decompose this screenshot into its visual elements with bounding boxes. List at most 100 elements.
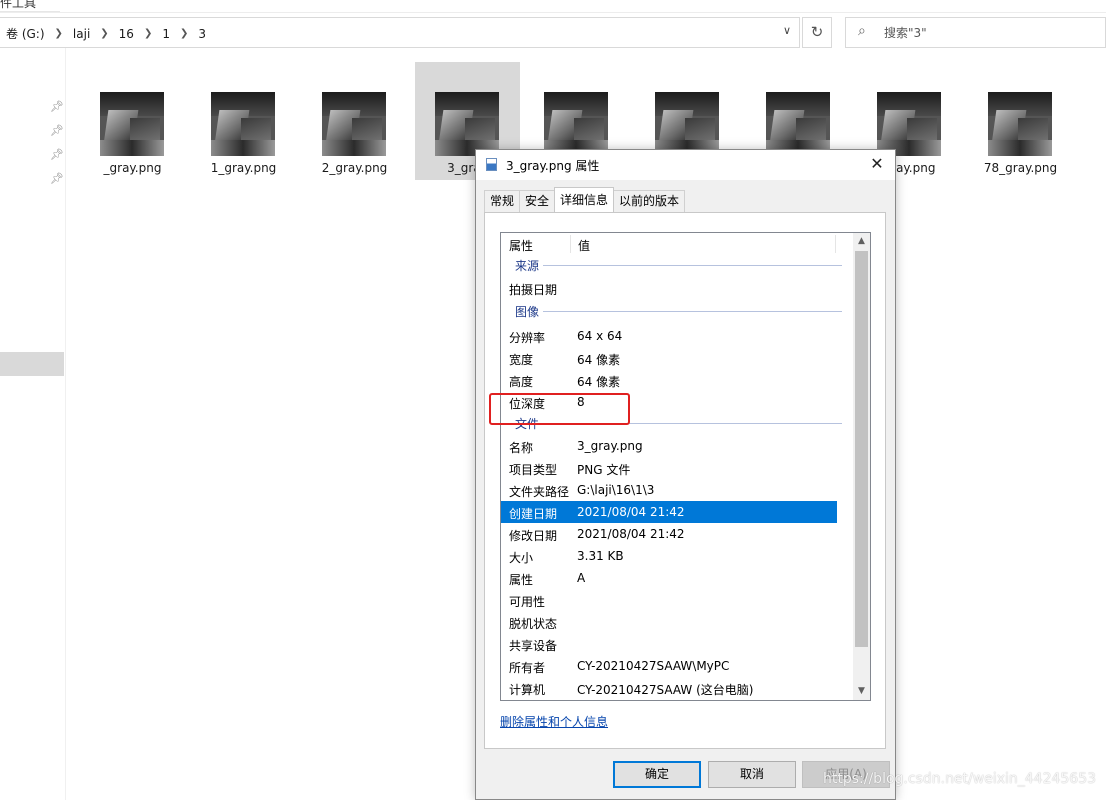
ok-button[interactable]: 确定 [613,761,701,788]
file-tile[interactable]: 2_gray.png [302,62,407,180]
property-value: PNG 文件 [577,463,631,477]
dialog-title: 3_gray.png 属性 [506,159,600,173]
list-item[interactable]: 脱机状态 [501,611,853,633]
list-item[interactable]: 高度 64 像素 [501,369,853,391]
property-name: 共享设备 [509,639,558,653]
property-name: 计算机 [509,683,546,697]
list-item[interactable]: 宽度 64 像素 [501,347,853,369]
scrollbar-thumb[interactable] [855,251,868,647]
list-item[interactable]: 可用性 [501,589,853,611]
tab-security[interactable]: 安全 [519,190,556,212]
breadcrumb-laji[interactable]: laji [67,27,96,41]
watermark: https://blog.csdn.net/weixin_44245653 [823,771,1097,787]
column-header-value[interactable]: 值 [578,237,590,254]
image-thumbnail [322,92,386,156]
image-thumbnail [211,92,275,156]
list-item[interactable]: 所有者 CY-20210427SAAW\MyPC [501,655,853,677]
breadcrumb-16[interactable]: 16 [113,27,140,41]
list-item[interactable]: 属性 A [501,567,853,589]
property-name: 拍摄日期 [509,283,558,297]
property-value: 3_gray.png [577,439,643,453]
property-name: 大小 [509,551,534,565]
image-thumbnail [435,92,499,156]
pin-icon[interactable]: 📌︎ [50,148,64,161]
chevron-right-icon[interactable]: ❯ [96,28,112,39]
breadcrumb-1[interactable]: 1 [156,27,176,41]
address-bar[interactable]: 卷 (G:) ❯ laji ❯ 16 ❯ 1 ❯ 3 ∨ [0,17,800,48]
list-item[interactable]: 修改日期 2021/08/04 21:42 [501,523,853,545]
chevron-right-icon[interactable]: ❯ [176,28,192,39]
scroll-up-icon[interactable]: ▲ [853,233,870,250]
list-item[interactable]: 文件夹路径 G:\laji\16\1\3 [501,479,853,501]
file-name: 78_gray.png [983,161,1058,175]
image-thumbnail [100,92,164,156]
property-value: A [577,571,586,585]
highlight-annotation-box [489,393,630,425]
group-label: 来源 [515,259,540,273]
refresh-button[interactable]: ↻ [802,17,832,48]
search-icon: ⌕ [858,23,866,39]
property-value: 64 像素 [577,353,621,367]
pin-icon[interactable]: 📌︎ [50,124,64,137]
property-value: G:\laji\16\1\3 [577,483,655,497]
ribbon-tab-label[interactable]: 件工具 [0,0,36,11]
search-input[interactable] [884,24,1084,42]
property-name: 属性 [509,573,534,587]
property-name: 宽度 [509,353,534,367]
property-name: 所有者 [509,661,546,675]
close-icon[interactable]: ✕ [859,150,895,180]
file-tile[interactable]: 78_gray.png [968,62,1073,180]
column-divider[interactable] [835,235,836,253]
scroll-down-icon[interactable]: ▼ [853,683,870,700]
file-tile[interactable]: _gray.png [80,62,185,180]
tab-strip: 常规 安全 详细信息 以前的版本 [484,187,686,212]
ribbon-divider [0,12,1106,13]
breadcrumb-3[interactable]: 3 [192,27,212,41]
refresh-icon: ↻ [810,23,824,41]
image-thumbnail [766,92,830,156]
tab-details[interactable]: 详细信息 [554,187,615,212]
property-value: CY-20210427SAAW\MyPC [577,659,730,673]
list-item-selected[interactable]: 创建日期 2021/08/04 21:42 [501,501,837,523]
property-name: 可用性 [509,595,546,609]
list-item[interactable]: 项目类型 PNG 文件 [501,457,853,479]
list-item[interactable]: 共享设备 [501,633,853,655]
column-header-property[interactable]: 属性 [509,237,533,254]
details-panel: 属性 值 来源 拍摄日期 图像 分辨率 64 x 64 宽度 64 像素 高度 … [484,212,886,749]
list-item[interactable]: 拍摄日期 [501,277,853,299]
properties-dialog: 3_gray.png 属性 ✕ 常规 安全 详细信息 以前的版本 属性 值 来源 [475,149,896,800]
file-explorer-window: 件工具 卷 (G:) ❯ laji ❯ 16 ❯ 1 ❯ 3 ∨ ↻ ⌕ 📌︎ … [0,0,1106,800]
list-item[interactable]: 名称 3_gray.png [501,435,853,457]
pin-icon[interactable]: 📌︎ [50,100,64,113]
property-name: 修改日期 [509,529,558,543]
vertical-scrollbar[interactable]: ▲ ▼ [853,233,870,700]
breadcrumb-drive[interactable]: 卷 (G:) [0,25,51,42]
list-item[interactable]: 计算机 CY-20210427SAAW (这台电脑) [501,677,853,699]
chevron-down-icon[interactable]: ∨ [783,24,791,37]
cancel-button[interactable]: 取消 [708,761,796,788]
pin-icon[interactable]: 📌︎ [50,172,64,185]
image-thumbnail [877,92,941,156]
property-name: 脱机状态 [509,617,558,631]
file-name: 2_gray.png [321,161,388,175]
property-name: 项目类型 [509,463,558,477]
property-name: 分辨率 [509,331,546,345]
column-divider[interactable] [570,235,571,253]
png-file-icon [486,158,497,171]
property-name: 名称 [509,441,534,455]
property-value: 3.31 KB [577,549,624,563]
list-item[interactable]: 大小 3.31 KB [501,545,853,567]
remove-properties-link[interactable]: 删除属性和个人信息 [500,713,608,730]
chevron-right-icon[interactable]: ❯ [51,28,67,39]
image-thumbnail [988,92,1052,156]
dialog-title-bar[interactable]: 3_gray.png 属性 ✕ [476,150,895,180]
tab-previous-versions[interactable]: 以前的版本 [613,190,686,212]
details-list[interactable]: 属性 值 来源 拍摄日期 图像 分辨率 64 x 64 宽度 64 像素 高度 … [500,232,871,701]
search-box[interactable]: ⌕ [845,17,1106,48]
tab-general[interactable]: 常规 [484,190,521,212]
property-value: CY-20210427SAAW (这台电脑) [577,683,754,697]
nav-item-selected[interactable] [0,352,64,376]
file-tile[interactable]: 1_gray.png [191,62,296,180]
list-item[interactable]: 分辨率 64 x 64 [501,325,853,347]
chevron-right-icon[interactable]: ❯ [140,28,156,39]
